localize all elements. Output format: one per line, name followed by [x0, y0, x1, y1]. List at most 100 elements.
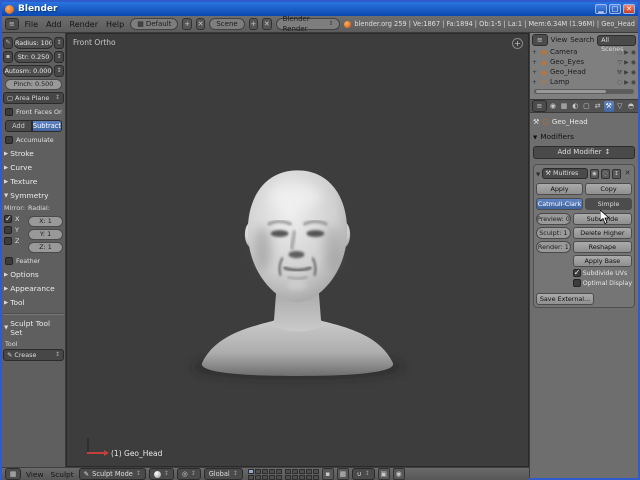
expand-arrow-icon[interactable]	[536, 170, 540, 178]
subtract-direction-button[interactable]: Subtract	[31, 120, 62, 132]
layer-group-1[interactable]	[247, 468, 282, 480]
panel-symmetry[interactable]: Symmetry	[4, 191, 63, 200]
selectable-icon[interactable]	[624, 59, 629, 66]
outliner-menu-view[interactable]: View	[551, 36, 568, 44]
tab-constraints[interactable]	[592, 101, 602, 112]
optimal-display-checkbox[interactable]	[572, 279, 581, 287]
front-faces-only-row[interactable]: Front Faces Only	[5, 108, 62, 116]
feather-row[interactable]: Feather	[5, 257, 62, 265]
minimize-button[interactable]: ▁	[595, 4, 607, 14]
selectable-icon[interactable]	[624, 49, 629, 56]
row-restriction-toggles[interactable]	[618, 59, 637, 66]
modifier-move-buttons[interactable]	[612, 168, 621, 179]
panel-curve[interactable]: Curve	[4, 163, 63, 172]
outliner-item-geo-eyes[interactable]: + Geo_Eyes	[532, 57, 636, 67]
expand-icon[interactable]: +	[532, 49, 538, 56]
subdivide-uvs-checkbox[interactable]	[572, 268, 581, 277]
add-direction-button[interactable]: Add	[5, 120, 32, 132]
n-panel-open-button[interactable]: +	[512, 38, 523, 49]
panel-appearance[interactable]: Appearance	[4, 284, 63, 293]
menu-view-3d[interactable]: View	[24, 470, 46, 479]
panel-sculpt-tool-set[interactable]: Sculpt Tool Set	[4, 319, 63, 337]
outliner-item-camera[interactable]: + Camera	[532, 47, 636, 57]
renderable-icon[interactable]	[631, 69, 636, 76]
renderable-icon[interactable]	[631, 49, 636, 56]
strength-slider[interactable]: Str: 0.250	[14, 51, 53, 63]
tab-object[interactable]	[581, 101, 591, 112]
mirror-z-checkbox[interactable]	[4, 237, 12, 245]
tab-object-data[interactable]	[615, 101, 625, 112]
add-scene-button[interactable]	[248, 18, 259, 30]
radius-slider[interactable]: Radius: 100	[14, 37, 53, 49]
optimal-display-row[interactable]: Optimal Display	[572, 279, 632, 287]
render-opengl-button[interactable]	[377, 468, 390, 480]
panel-texture[interactable]: Texture	[4, 177, 63, 186]
modifiers-panel-header[interactable]: Modifiers	[533, 132, 635, 141]
copy-button[interactable]: Copy	[585, 183, 632, 195]
radial-y-field[interactable]: Y: 1	[28, 229, 63, 240]
apply-base-button[interactable]: Apply Base	[572, 255, 632, 267]
render-opengl-anim-button[interactable]	[392, 468, 405, 480]
tab-scene[interactable]	[559, 101, 569, 112]
tab-material[interactable]	[626, 101, 636, 112]
mode-selector[interactable]: Sculpt Mode	[78, 468, 146, 480]
autosmooth-slider[interactable]: Autosm: 0.000	[3, 65, 53, 77]
menu-help[interactable]: Help	[104, 20, 126, 29]
snap-selector[interactable]	[351, 468, 375, 480]
radius-pressure-toggle[interactable]	[54, 37, 64, 49]
panel-tool[interactable]: Tool	[4, 298, 63, 307]
accumulate-row[interactable]: Accumulate	[5, 136, 62, 144]
menu-add[interactable]: Add	[44, 20, 64, 29]
render-engine-selector[interactable]: Blender Render	[275, 15, 341, 33]
proportional-edit-button[interactable]	[336, 468, 349, 480]
simple-button[interactable]: Simple	[585, 198, 632, 210]
apply-button[interactable]: Apply	[536, 183, 583, 195]
outliner-item-lamp[interactable]: + Lamp	[532, 77, 636, 87]
lock-layers-button[interactable]	[321, 468, 334, 480]
screen-layout-selector[interactable]: Default	[130, 18, 179, 30]
delete-layout-button[interactable]	[195, 18, 206, 30]
tab-render[interactable]	[548, 101, 558, 112]
panel-stroke[interactable]: Stroke	[4, 149, 63, 158]
mirror-y-checkbox[interactable]	[4, 226, 12, 234]
tab-world[interactable]	[570, 101, 580, 112]
renderable-icon[interactable]	[631, 79, 636, 86]
delete-scene-button[interactable]	[262, 18, 272, 30]
panel-options[interactable]: Options	[4, 270, 63, 279]
close-button[interactable]: ✕	[623, 4, 635, 14]
reshape-button[interactable]: Reshape	[572, 241, 632, 253]
editor-type-button-info[interactable]	[5, 18, 19, 30]
feather-checkbox[interactable]	[5, 257, 13, 265]
modifier-delete-button[interactable]	[623, 169, 632, 179]
viewport-3d[interactable]: Front Ortho + (1) Geo_Head	[66, 33, 529, 468]
strength-lock-icon[interactable]	[3, 51, 13, 63]
sculpt-plane-dropdown[interactable]: Area Plane	[3, 92, 64, 104]
viewport-shading-selector[interactable]	[148, 468, 174, 480]
autosmooth-pressure-toggle[interactable]	[54, 65, 64, 77]
delete-higher-button[interactable]: Delete Higher	[572, 227, 632, 239]
preview-level-field[interactable]: Preview: 0	[536, 213, 571, 225]
add-layout-button[interactable]	[182, 18, 192, 30]
row-restriction-toggles[interactable]	[617, 49, 636, 56]
catmull-clark-button[interactable]: Catmull-Clark	[536, 198, 583, 210]
strength-pressure-toggle[interactable]	[54, 51, 64, 63]
sculpt-level-field[interactable]: Sculpt: 1	[536, 227, 571, 239]
row-restriction-toggles[interactable]	[617, 79, 636, 86]
subdivide-uvs-row[interactable]: Subdivide UVs	[572, 268, 632, 277]
save-external-button[interactable]: Save External...	[536, 293, 594, 305]
radial-z-field[interactable]: Z: 1	[28, 242, 63, 253]
row-restriction-toggles[interactable]	[617, 69, 636, 76]
outliner-scrollbar[interactable]	[534, 89, 634, 94]
outliner-menu-search[interactable]: Search	[570, 36, 594, 44]
add-modifier-dropdown[interactable]: Add Modifier	[533, 146, 635, 159]
front-faces-only-checkbox[interactable]	[5, 108, 13, 116]
scene-selector[interactable]: Scene	[209, 18, 245, 30]
editor-type-button-outliner[interactable]	[532, 34, 548, 46]
expand-icon[interactable]: +	[532, 69, 538, 76]
accumulate-checkbox[interactable]	[5, 136, 13, 144]
mirror-x-checkbox[interactable]	[4, 214, 12, 223]
editor-type-button-3dview[interactable]	[5, 468, 21, 480]
menu-file[interactable]: File	[23, 20, 40, 29]
selectable-icon[interactable]	[624, 79, 629, 86]
modifier-visibility-toggle[interactable]	[601, 168, 610, 179]
